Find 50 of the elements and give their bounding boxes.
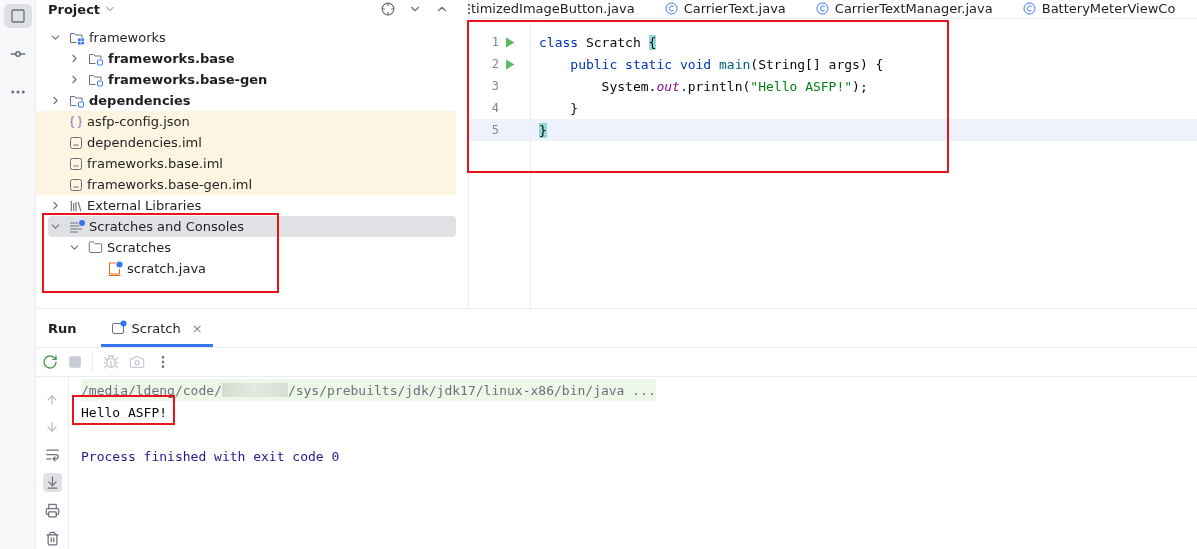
- close-button[interactable]: ×: [191, 320, 203, 336]
- panel-title[interactable]: Project: [48, 1, 101, 17]
- library-icon: [69, 198, 83, 213]
- rerun-icon[interactable]: [42, 354, 58, 370]
- trash-icon[interactable]: [44, 531, 60, 546]
- tree-item[interactable]: scratch.java: [127, 261, 207, 276]
- console-text: /media/ldeng/code/: [81, 382, 222, 398]
- tree-item[interactable]: dependencies.iml: [87, 135, 202, 150]
- file-icon: [69, 156, 83, 171]
- tree-item[interactable]: External Libraries: [87, 198, 202, 213]
- tree-item[interactable]: asfp-config.json: [87, 114, 190, 129]
- console-text: /sys/prebuilts/jdk/jdk17/linux-x86/bin/java ...: [287, 382, 656, 398]
- run-icon[interactable]: [505, 36, 515, 48]
- line-number: 4: [490, 101, 499, 115]
- console-tab[interactable]: Scratch ×: [100, 309, 213, 347]
- editor-tab[interactable]: CarrierTextManager.java: [803, 1, 1011, 18]
- editor-tab[interactable]: timizedImageButton.java: [469, 1, 653, 18]
- panel-title: Run: [48, 320, 77, 336]
- selected-tree-row[interactable]: Scratches and Consoles: [48, 216, 456, 237]
- locate-icon[interactable]: [381, 2, 395, 16]
- braces-icon: [69, 114, 83, 129]
- scratch-run-icon: [110, 320, 127, 336]
- tree-item[interactable]: frameworks: [89, 30, 166, 45]
- project-icon[interactable]: [9, 8, 26, 24]
- file-icon: [69, 177, 83, 192]
- console-text: Process finished with exit code 0: [81, 448, 340, 464]
- tree-item[interactable]: frameworks.base-gen: [108, 72, 268, 87]
- folder-icon: [88, 240, 103, 255]
- tree-item[interactable]: dependencies: [89, 93, 191, 108]
- scratches-icon: [69, 218, 85, 235]
- wrap-icon[interactable]: [44, 447, 60, 462]
- line-number: 3: [490, 79, 499, 93]
- tree-item[interactable]: Scratches: [107, 240, 171, 255]
- tree-item[interactable]: frameworks.base: [108, 51, 235, 66]
- redacted-mark: [221, 383, 288, 397]
- print-icon[interactable]: [44, 503, 60, 518]
- run-icon[interactable]: [505, 58, 515, 70]
- line-number: 1: [490, 35, 499, 49]
- editor-tab[interactable]: BatteryMeterViewCo: [1010, 1, 1194, 18]
- code-line: System.out.println("Hello ASFP!");: [600, 78, 868, 94]
- code-line: class Scratch {: [539, 34, 657, 50]
- code-line: public static void main(String[] args) {: [569, 56, 884, 72]
- code-line: }: [569, 100, 579, 116]
- scratch-file-icon: [107, 260, 123, 277]
- tree-item[interactable]: Scratches and Consoles: [89, 219, 245, 234]
- editor-tab[interactable]: CarrierText.java: [652, 1, 804, 18]
- line-number: 2: [490, 57, 499, 71]
- file-icon: [69, 135, 83, 150]
- line-number: 5: [490, 123, 499, 137]
- console-text: Hello ASFP!: [81, 404, 168, 420]
